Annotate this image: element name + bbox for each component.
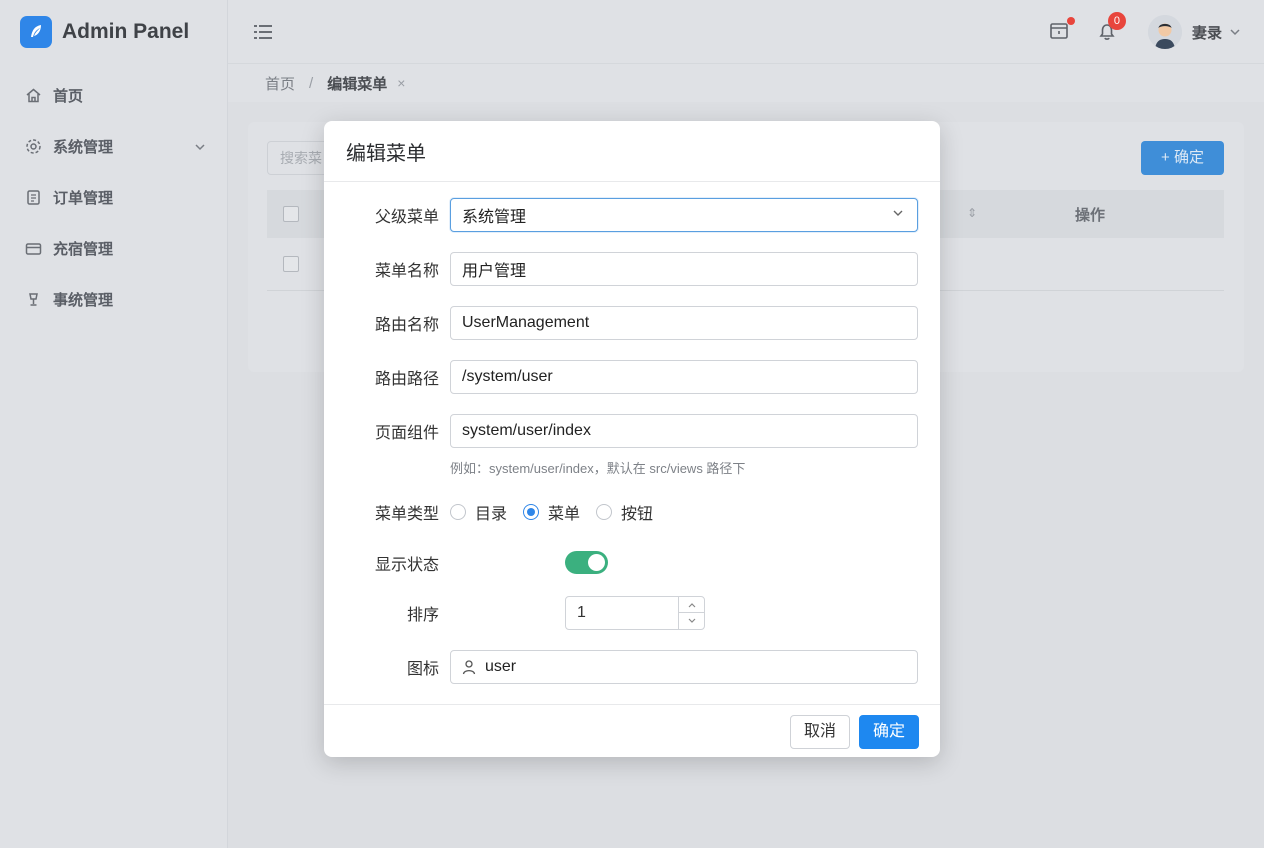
lamp-icon [24,291,42,309]
menu-toggle-icon[interactable] [252,21,274,43]
form-row-route-name: 路由名称 UserManagement [324,306,940,340]
field-label: 图标 [406,661,439,678]
field-label: 显示状态 [374,556,439,574]
visible-toggle[interactable] [565,551,608,574]
icon-value: user [485,658,517,675]
sidebar: Admin Panel 首页 系统管理 订单管理 充宿管理 事统管理 [0,0,228,848]
cancel-button[interactable]: 取消 [790,715,850,749]
menu-type-radio-group: 目录 菜单 按钮 [450,500,669,524]
form-row-route-path: 路由路径 /system/user [324,360,940,394]
form-row-icon: 图标 user [324,650,940,684]
top-header: 0 妻录 [228,0,1264,64]
radio-circle[interactable] [450,504,466,520]
document-icon [24,189,42,207]
form-row-order: 排序 1 [324,596,940,630]
radio-menu[interactable]: 菜单 [523,500,580,524]
form-row-visible: 显示状态 [324,551,940,574]
header-actions: 0 妻录 [1048,12,1242,52]
route-name-input[interactable]: UserManagement [450,306,918,340]
form-row-component: 页面组件 system/user/index [324,414,940,448]
form-row-menu-name: 菜单名称 用户管理 [324,252,940,286]
radio-label: 菜单 [548,506,581,523]
sidebar-item-home[interactable]: 首页 [0,70,227,121]
message-dot [1066,17,1075,25]
notification-count-badge: 0 [1107,12,1126,30]
user-icon [461,659,477,675]
sidebar-item-affairs[interactable]: 事统管理 [0,274,227,325]
select-all-checkbox[interactable] [283,206,299,222]
dialog-header: 编辑菜单 [324,121,940,182]
sidebar-item-label: 事统管理 [53,292,114,309]
chevron-down-icon [193,140,207,154]
field-label: 路由路径 [374,371,439,388]
stepper-buttons [678,597,704,629]
sidebar-item-recharge[interactable]: 充宿管理 [0,223,227,274]
sidebar-item-label: 系统管理 [53,139,114,156]
row-checkbox[interactable] [283,256,299,272]
radio-button[interactable]: 按钮 [596,500,653,524]
sidebar-menu: 首页 系统管理 订单管理 充宿管理 事统管理 [0,70,227,325]
chevron-up-icon[interactable] [679,597,704,613]
home-icon [24,87,42,105]
order-value[interactable]: 1 [577,604,586,622]
form-row-menu-type: 菜单类型 目录 菜单 按钮 [324,501,940,523]
field-label: 菜单名称 [374,263,439,280]
logo: Admin Panel [0,0,227,64]
breadcrumb: 首页 / 编辑菜单 × [228,64,1264,102]
bell-icon[interactable]: 0 [1096,12,1126,44]
avatar[interactable] [1147,15,1182,49]
dialog-title: 编辑菜单 [346,142,426,165]
card-icon [24,240,42,258]
menu-name-input[interactable]: 用户管理 [450,252,918,286]
form-row-parent-menu: 父级菜单 系统管理 [324,198,940,232]
chevron-down-icon[interactable] [1228,25,1242,39]
sidebar-item-orders[interactable]: 订单管理 [0,172,227,223]
field-label: 菜单类型 [374,506,439,523]
field-label: 路由名称 [374,317,439,334]
close-tab-icon[interactable]: × [397,75,405,91]
radio-circle[interactable] [596,504,613,520]
icon-input[interactable]: user [450,650,918,684]
radio-label: 目录 [475,506,508,523]
breadcrumb-separator: / [309,74,314,92]
chevron-down-icon[interactable] [679,613,704,629]
breadcrumb-current: 编辑菜单 [327,75,388,93]
component-hint: 例如：system/user/index，默认在 src/views 路径下 [450,461,746,476]
radio-label: 按钮 [621,506,654,523]
field-label: 排序 [406,607,439,624]
sidebar-item-label: 充宿管理 [53,241,114,258]
field-label: 页面组件 [374,425,439,442]
parent-menu-select[interactable]: 系统管理 [450,198,918,232]
radio-directory[interactable]: 目录 [450,500,507,524]
add-button[interactable]: + 确定 [1141,141,1224,175]
column-header-action: 操作 [1075,207,1106,224]
sidebar-item-system[interactable]: 系统管理 [0,121,227,172]
gear-icon [24,138,42,156]
order-stepper[interactable]: 1 [565,596,705,630]
chevron-down-icon [891,206,905,225]
user-name[interactable]: 妻录 [1192,22,1222,43]
field-label: 父级菜单 [374,209,439,226]
sidebar-item-label: 首页 [53,88,84,105]
sort-icon[interactable]: ⇕ [967,206,977,220]
component-path-input[interactable]: system/user/index [450,414,918,448]
toggle-knob [588,554,605,571]
select-value: 系统管理 [462,209,527,226]
message-icon[interactable] [1048,17,1075,44]
route-path-input[interactable]: /system/user [450,360,918,394]
confirm-button[interactable]: 确定 [859,715,919,749]
app-title: Admin Panel [62,20,190,43]
sidebar-item-label: 订单管理 [53,190,114,207]
radio-circle-selected[interactable] [523,504,540,520]
feather-icon [20,16,52,48]
breadcrumb-home[interactable]: 首页 [265,73,295,94]
edit-menu-dialog: 编辑菜单 父级菜单 系统管理 菜单名称 用户管理 路由名称 UserManage… [324,121,940,757]
dialog-footer: 取消 确定 [324,704,940,757]
